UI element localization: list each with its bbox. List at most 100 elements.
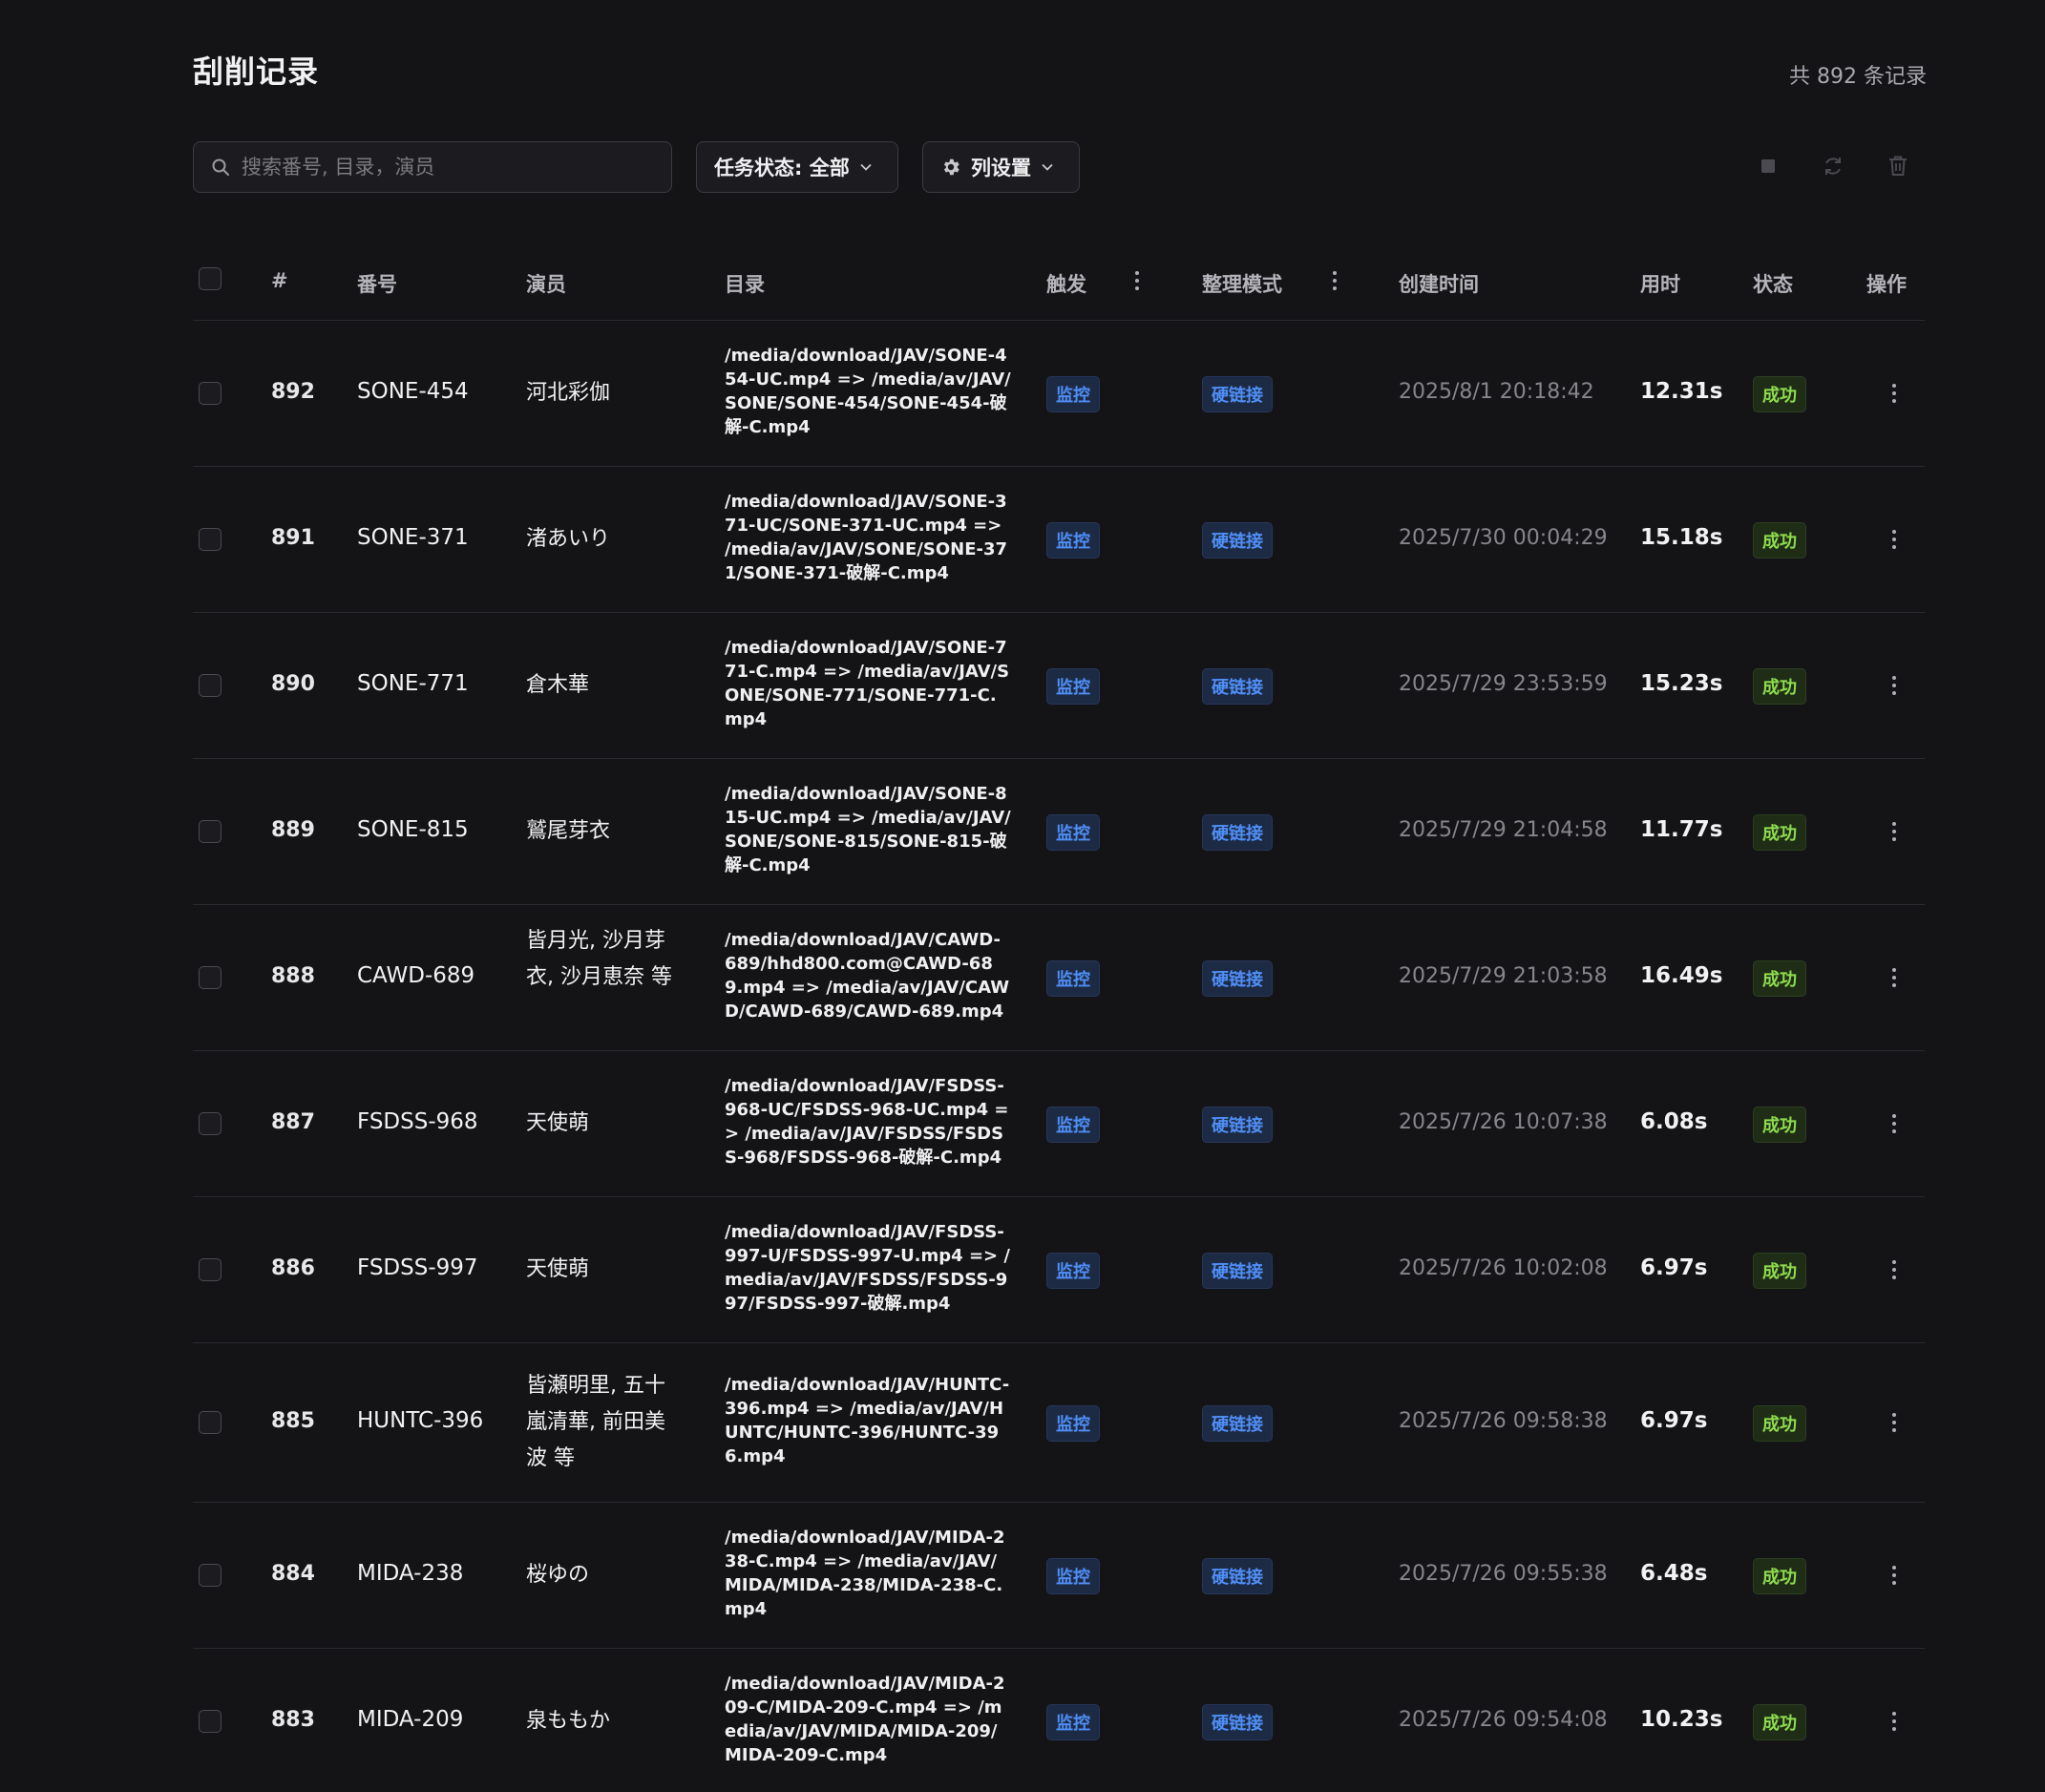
stop-icon — [1761, 159, 1775, 173]
row-duration: 6.48s — [1640, 1561, 1708, 1586]
more-vertical-icon — [1891, 822, 1897, 841]
row-more-button[interactable] — [1891, 968, 1897, 987]
mode-tag: 硬链接 — [1202, 1107, 1273, 1143]
status-badge: 成功 — [1753, 1704, 1806, 1740]
search-input[interactable] — [240, 155, 664, 179]
row-duration: 6.08s — [1640, 1109, 1708, 1134]
row-checkbox[interactable] — [199, 528, 221, 551]
row-more-button[interactable] — [1891, 1260, 1897, 1279]
row-code[interactable]: CAWD-689 — [357, 963, 474, 988]
col-header-duration[interactable]: 用时 — [1640, 269, 1680, 298]
more-vertical-icon — [1891, 1114, 1897, 1133]
status-badge: 成功 — [1753, 376, 1806, 412]
trigger-column-menu[interactable] — [1134, 271, 1140, 290]
row-checkbox[interactable] — [199, 674, 221, 697]
row-created-time: 2025/7/26 10:02:08 — [1399, 1256, 1608, 1280]
row-more-button[interactable] — [1891, 384, 1897, 403]
row-code[interactable]: SONE-371 — [357, 525, 469, 550]
toolbar: 任务状态: 全部 列设置 — [193, 140, 1080, 194]
row-checkbox[interactable] — [199, 966, 221, 989]
table-row[interactable]: 889 SONE-815 鷲尾芽衣 /media/download/JAV/SO… — [193, 759, 1925, 905]
row-duration: 15.23s — [1640, 671, 1723, 696]
mode-tag: 硬链接 — [1202, 1253, 1273, 1289]
row-more-button[interactable] — [1891, 1413, 1897, 1432]
row-more-button[interactable] — [1891, 530, 1897, 549]
row-actor: 泉ももか — [526, 1709, 611, 1733]
mode-tag: 硬链接 — [1202, 376, 1273, 412]
row-checkbox[interactable] — [199, 1564, 221, 1587]
mode-tag: 硬链接 — [1202, 960, 1273, 997]
row-duration: 16.49s — [1640, 963, 1723, 988]
stop-button[interactable] — [1755, 153, 1781, 179]
select-all-checkbox[interactable] — [199, 267, 221, 290]
more-vertical-icon — [1891, 1712, 1897, 1731]
search-box[interactable] — [193, 141, 672, 193]
status-badge: 成功 — [1753, 814, 1806, 851]
table-row[interactable]: 890 SONE-771 倉木華 /media/download/JAV/SON… — [193, 613, 1925, 759]
row-status: 成功 — [1753, 1558, 1806, 1594]
row-index: 887 — [271, 1110, 315, 1134]
row-code[interactable]: MIDA-238 — [357, 1561, 463, 1586]
table-row[interactable]: 887 FSDSS-968 天使萌 /media/download/JAV/FS… — [193, 1051, 1925, 1197]
row-trigger: 监控 — [1046, 376, 1100, 412]
status-badge: 成功 — [1753, 1253, 1806, 1289]
page-title: 刮削记录 — [193, 53, 320, 90]
mode-tag: 硬链接 — [1202, 814, 1273, 851]
delete-button[interactable] — [1885, 153, 1911, 179]
col-header-actor[interactable]: 演员 — [526, 269, 566, 298]
row-code[interactable]: SONE-815 — [357, 817, 469, 842]
refresh-button[interactable] — [1820, 153, 1846, 179]
row-checkbox[interactable] — [199, 1112, 221, 1135]
col-header-trigger[interactable]: 触发 — [1046, 269, 1086, 298]
row-checkbox[interactable] — [199, 1258, 221, 1281]
row-checkbox[interactable] — [199, 382, 221, 405]
col-header-dir[interactable]: 目录 — [725, 269, 765, 298]
table-row[interactable]: 883 MIDA-209 泉ももか /media/download/JAV/MI… — [193, 1649, 1925, 1792]
col-header-created[interactable]: 创建时间 — [1399, 269, 1479, 298]
refresh-icon — [1825, 158, 1841, 175]
row-directory: /media/download/JAV/FSDSS-997-U/FSDSS-99… — [725, 1222, 1010, 1314]
table-row[interactable]: 892 SONE-454 河北彩伽 /media/download/JAV/SO… — [193, 321, 1925, 467]
col-header-status[interactable]: 状态 — [1753, 269, 1793, 298]
row-actor: 皆瀬明里, 五十嵐清華, 前田美波 等 — [526, 1374, 665, 1470]
trigger-tag: 监控 — [1046, 1107, 1100, 1143]
row-status: 成功 — [1753, 1704, 1806, 1740]
table-row[interactable]: 885 HUNTC-396 皆瀬明里, 五十嵐清華, 前田美波 等 /media… — [193, 1343, 1925, 1503]
row-status: 成功 — [1753, 960, 1806, 997]
row-code[interactable]: SONE-454 — [357, 379, 469, 404]
row-checkbox[interactable] — [199, 1710, 221, 1733]
task-status-filter[interactable]: 任务状态: 全部 — [696, 141, 898, 193]
column-settings-button[interactable]: 列设置 — [922, 141, 1080, 193]
table-row[interactable]: 888 CAWD-689 皆月光, 沙月芽衣, 沙月恵奈 等 /media/do… — [193, 905, 1925, 1051]
more-vertical-icon — [1891, 530, 1897, 549]
status-badge: 成功 — [1753, 960, 1806, 997]
row-code[interactable]: FSDSS-997 — [357, 1255, 478, 1280]
row-code[interactable]: HUNTC-396 — [357, 1408, 483, 1433]
table-row[interactable]: 886 FSDSS-997 天使萌 /media/download/JAV/FS… — [193, 1197, 1925, 1343]
col-header-ops: 操作 — [1866, 273, 1907, 296]
chevron-down-icon — [1042, 163, 1053, 171]
row-more-button[interactable] — [1891, 676, 1897, 695]
more-vertical-icon — [1891, 1260, 1897, 1279]
row-checkbox[interactable] — [199, 820, 221, 843]
table-row[interactable]: 884 MIDA-238 桜ゆの /media/download/JAV/MID… — [193, 1503, 1925, 1649]
table-row[interactable]: 891 SONE-371 渚あいり /media/download/JAV/SO… — [193, 467, 1925, 613]
trigger-tag: 监控 — [1046, 668, 1100, 705]
row-mode: 硬链接 — [1202, 1704, 1273, 1740]
records-table: # 番号 演员 目录 触发 整理模式 创建时间 用时 状态 操作 892 SON… — [193, 248, 1925, 1792]
row-code[interactable]: SONE-771 — [357, 671, 469, 696]
row-trigger: 监控 — [1046, 1405, 1100, 1442]
row-more-button[interactable] — [1891, 822, 1897, 841]
row-trigger: 监控 — [1046, 1253, 1100, 1289]
col-header-code[interactable]: 番号 — [357, 269, 397, 298]
row-more-button[interactable] — [1891, 1566, 1897, 1585]
row-code[interactable]: MIDA-209 — [357, 1707, 463, 1732]
row-more-button[interactable] — [1891, 1114, 1897, 1133]
col-header-mode[interactable]: 整理模式 — [1202, 269, 1282, 298]
mode-column-menu[interactable] — [1332, 271, 1338, 290]
row-index: 888 — [271, 964, 315, 988]
row-code[interactable]: FSDSS-968 — [357, 1109, 478, 1134]
status-badge: 成功 — [1753, 522, 1806, 559]
row-checkbox[interactable] — [199, 1411, 221, 1434]
row-more-button[interactable] — [1891, 1712, 1897, 1731]
